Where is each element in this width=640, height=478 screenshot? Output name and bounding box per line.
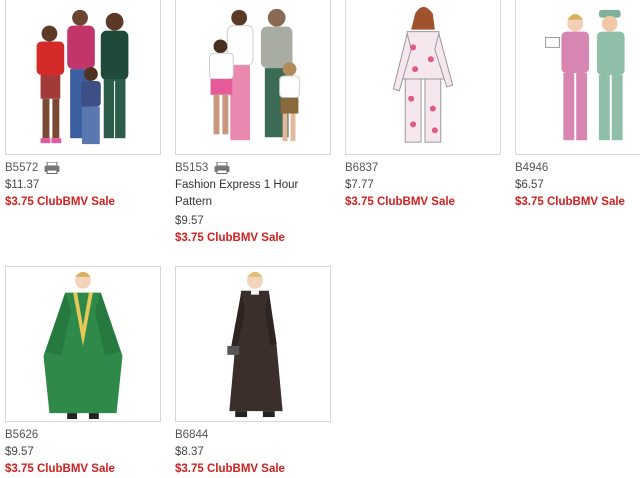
product-image-green-choir-robe[interactable] — [5, 266, 161, 422]
sale-price[interactable]: $3.75 ClubBMV Sale — [345, 194, 505, 211]
product-sku: B5572 — [5, 161, 165, 175]
sale-price[interactable]: $3.75 ClubBMV Sale — [5, 194, 165, 211]
product-card-b6844: B6844 $8.37 $3.75 ClubBMV Sale — [175, 266, 335, 478]
product-sku: B6844 — [175, 428, 335, 442]
sale-price[interactable]: $3.75 ClubBMV Sale — [515, 194, 640, 211]
product-image-black-cassock[interactable] — [175, 266, 331, 422]
product-sku: B4946 — [515, 161, 640, 175]
product-price: $7.77 — [345, 179, 374, 191]
sale-price[interactable]: $3.75 ClubBMV Sale — [5, 461, 165, 478]
product-price: $9.57 — [5, 446, 34, 458]
printer-icon — [214, 162, 230, 174]
product-sku: B5153 — [175, 161, 335, 175]
product-card-b6837: B6837 $7.77 $3.75 ClubBMV Sale — [345, 0, 505, 211]
product-image-family-pajamas[interactable] — [5, 0, 161, 155]
product-description[interactable]: Fashion Express 1 Hour Pattern — [175, 177, 305, 211]
sku-label: B6844 — [175, 429, 209, 441]
sale-price[interactable]: $3.75 ClubBMV Sale — [175, 230, 335, 247]
product-card-b5626: B5626 $9.57 $3.75 ClubBMV Sale — [5, 266, 165, 478]
product-sku: B6837 — [345, 161, 505, 175]
product-price: $9.57 — [175, 215, 204, 227]
sku-label: B5153 — [175, 162, 209, 174]
product-sku: B5626 — [5, 428, 165, 442]
printer-icon — [44, 162, 60, 174]
product-card-b4946: B4946 $6.57 $3.75 ClubBMV Sale — [515, 0, 640, 211]
product-price: $11.37 — [5, 179, 40, 191]
product-image-family-loungewear[interactable] — [175, 0, 331, 155]
product-image-womens-pajamas-sketch[interactable] — [345, 0, 501, 155]
sku-label: B6837 — [345, 162, 379, 174]
product-price: $6.57 — [515, 179, 544, 191]
product-card-b5572: B5572 $11.37 $3.75 ClubBMV Sale — [5, 0, 165, 211]
sku-label: B5626 — [5, 429, 39, 441]
product-price: $8.37 — [175, 446, 204, 458]
sku-label: B5572 — [5, 162, 39, 174]
sku-label: B4946 — [515, 162, 549, 174]
product-card-b5153: B5153 Fashion Express 1 Hour Pattern $9.… — [175, 0, 335, 247]
product-image-medical-scrubs[interactable] — [515, 0, 640, 155]
sale-price[interactable]: $3.75 ClubBMV Sale — [175, 461, 335, 478]
